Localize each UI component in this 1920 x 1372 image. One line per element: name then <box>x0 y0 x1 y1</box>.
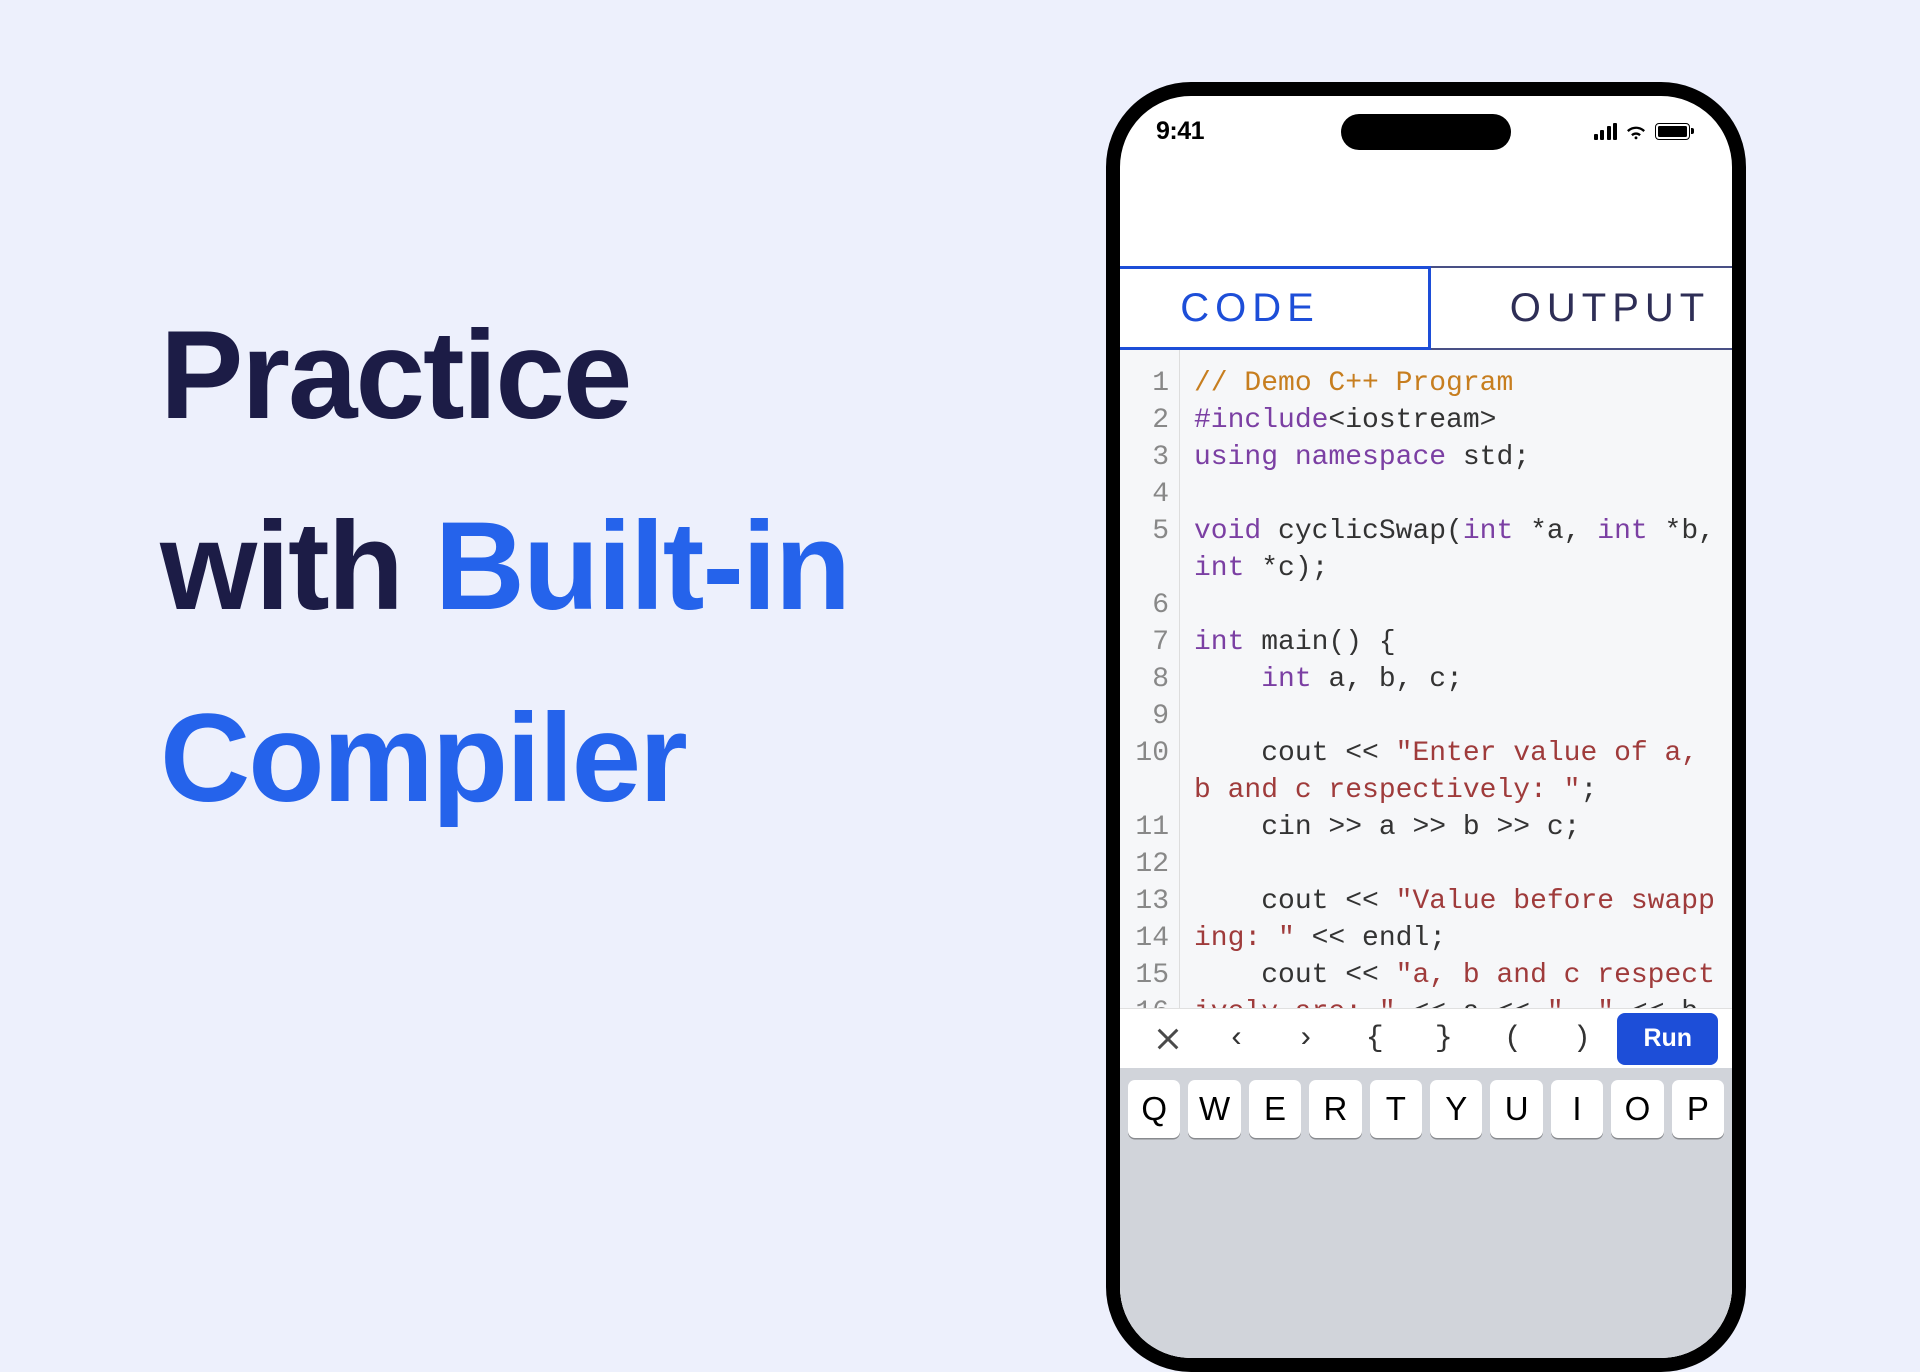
status-bar: 9:41 <box>1120 96 1732 166</box>
status-time: 9:41 <box>1156 117 1204 146</box>
phone-volume-down <box>1106 546 1107 641</box>
symbol-toolbar: ‹ › { } ( ) Run <box>1120 1008 1732 1068</box>
key-y[interactable]: Y <box>1430 1080 1482 1138</box>
symbol-lbrace-button[interactable]: { <box>1341 1011 1408 1067</box>
headline-line2b: Built-in <box>435 497 849 636</box>
cellular-signal-icon <box>1594 123 1618 140</box>
close-keyboard-button[interactable] <box>1134 1011 1201 1067</box>
headline-line3: Compiler <box>160 689 686 828</box>
symbol-rparen-button[interactable]: ) <box>1548 1011 1615 1067</box>
phone-mockup: 9:41 CODE OUTPUT 1 2 3 4 5 6 7 8 9 10 11 <box>1106 82 1746 1372</box>
editor-tabs: CODE OUTPUT <box>1106 266 1746 350</box>
key-p[interactable]: P <box>1672 1080 1724 1138</box>
symbol-lt-button[interactable]: ‹ <box>1203 1011 1270 1067</box>
symbol-lparen-button[interactable]: ( <box>1479 1011 1546 1067</box>
headline-line1: Practice <box>160 306 630 445</box>
tab-code[interactable]: CODE <box>1106 266 1431 350</box>
status-icons <box>1594 123 1691 140</box>
run-button[interactable]: Run <box>1617 1013 1718 1065</box>
phone-silence-switch <box>1106 348 1107 398</box>
battery-icon <box>1655 123 1690 140</box>
key-q[interactable]: Q <box>1128 1080 1180 1138</box>
key-e[interactable]: E <box>1249 1080 1301 1138</box>
tab-output[interactable]: OUTPUT <box>1429 266 1746 350</box>
app-headline: Practice with Built-in Compiler <box>160 280 849 854</box>
key-i[interactable]: I <box>1551 1080 1603 1138</box>
symbol-rbrace-button[interactable]: } <box>1410 1011 1477 1067</box>
phone-power-button <box>1745 456 1746 606</box>
key-o[interactable]: O <box>1611 1080 1663 1138</box>
close-icon <box>1154 1025 1182 1053</box>
symbol-gt-button[interactable]: › <box>1272 1011 1339 1067</box>
key-u[interactable]: U <box>1490 1080 1542 1138</box>
wifi-icon <box>1625 123 1647 140</box>
soft-keyboard[interactable]: Q W E R T Y U I O P <box>1120 1068 1732 1358</box>
key-w[interactable]: W <box>1188 1080 1240 1138</box>
headline-line2a: with <box>160 497 435 636</box>
phone-volume-up <box>1106 431 1107 526</box>
key-r[interactable]: R <box>1309 1080 1361 1138</box>
key-t[interactable]: T <box>1370 1080 1422 1138</box>
